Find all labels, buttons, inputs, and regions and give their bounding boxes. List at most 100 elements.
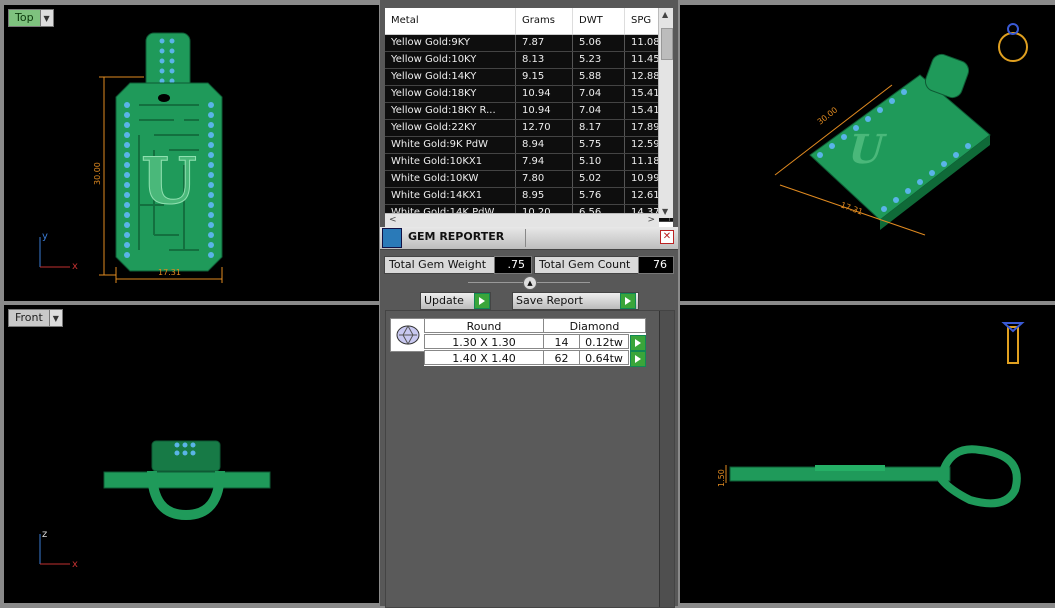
dwt-value: 5.88 [573, 69, 625, 85]
axis-x-label-front: x [72, 559, 78, 570]
viewport-side[interactable]: 1.50 [680, 305, 1055, 603]
metal-col-header[interactable]: Metal [385, 8, 516, 34]
axis-z-label: z [42, 529, 47, 540]
gem-size: 1.30 X 1.30 [424, 334, 544, 349]
axis-y-label: y [42, 231, 48, 242]
gem-material-header: Diamond [543, 318, 646, 333]
gem-list-scrollbar[interactable] [659, 311, 674, 607]
update-play-icon[interactable] [474, 293, 490, 309]
viewport-perspective[interactable]: U 30.00 17.31 [680, 5, 1055, 301]
persp-len-dim: 30.00 [816, 105, 840, 126]
metal-name: Yellow Gold:9KY [385, 35, 516, 51]
front-view-drawing: z x [39, 440, 271, 570]
horizontal-scrollbar[interactable]: < > [385, 213, 659, 228]
gem-reporter-titlebar: GEM REPORTER ✕ [380, 227, 678, 250]
metal-name: White Gold:10KX1 [385, 154, 516, 170]
table-row[interactable]: White Gold:10KX1 7.94 5.10 11.18 [385, 154, 673, 171]
table-row[interactable]: Yellow Gold:22KY 12.70 8.17 17.89 [385, 120, 673, 137]
grams-value: 7.94 [516, 154, 573, 170]
center-panel: Metal Grams DWT SPG Yellow Gold:9KY 7.87 5… [380, 0, 678, 608]
metal-name: Yellow Gold:18KY [385, 86, 516, 102]
gem-count: 14 [543, 334, 580, 349]
vertical-scrollbar[interactable]: ▲ ▼ [658, 8, 673, 218]
viewport-menu-icon[interactable]: ▼ [39, 10, 53, 26]
save-play-icon[interactable] [620, 293, 636, 309]
metal-name: Yellow Gold:10KY [385, 52, 516, 68]
gem-row-play-icon[interactable] [630, 335, 646, 351]
pendant-letter: U [141, 144, 197, 219]
metal-table-header: Metal Grams DWT SPG [385, 8, 673, 35]
metal-table[interactable]: Metal Grams DWT SPG Yellow Gold:9KY 7.87 5… [385, 8, 673, 228]
persp-wid-dim: 17.31 [839, 200, 864, 216]
dwt-value: 7.04 [573, 103, 625, 119]
grams-value: 7.80 [516, 171, 573, 187]
table-row[interactable]: White Gold:14KX1 8.95 5.76 12.61 [385, 188, 673, 205]
viewport-front-tag[interactable]: Front ▼ [8, 309, 63, 327]
table-row[interactable]: Yellow Gold:18KY R... 10.94 7.04 15.41 [385, 103, 673, 120]
gem-row-play-icon[interactable] [630, 351, 646, 367]
grams-value: 8.94 [516, 137, 573, 153]
collapse-handle-icon[interactable]: ▲ [523, 276, 537, 290]
grams-value: 8.13 [516, 52, 573, 68]
metal-name: White Gold:14KX1 [385, 188, 516, 204]
close-icon[interactable]: ✕ [660, 230, 674, 244]
table-row[interactable]: White Gold:10KW 7.80 5.02 10.99 [385, 171, 673, 188]
table-row[interactable]: Yellow Gold:10KY 8.13 5.23 11.45 [385, 52, 673, 69]
gem-reporter-title: GEM REPORTER [408, 230, 505, 243]
dwt-value: 5.10 [573, 154, 625, 170]
update-button-label: Update [424, 294, 464, 307]
table-row[interactable]: White Gold:9K PdW 8.94 5.75 12.59 [385, 137, 673, 154]
gem-weight: 0.64tw [579, 350, 629, 365]
dwt-value: 5.75 [573, 137, 625, 153]
dwt-value: 8.17 [573, 120, 625, 136]
total-gem-count-value: 76 [638, 256, 674, 274]
table-row[interactable]: Yellow Gold:9KY 7.87 5.06 11.08 [385, 35, 673, 52]
pendant-icon [1007, 326, 1019, 364]
metal-name: White Gold:9K PdW [385, 137, 516, 153]
gem-shape-header: Round [424, 318, 544, 333]
dwt-value: 5.23 [573, 52, 625, 68]
viewport-top-tag[interactable]: Top ▼ [8, 9, 54, 27]
top-width-dim: 17.31 [158, 268, 181, 277]
total-gem-count-label: Total Gem Count [534, 256, 642, 274]
side-thickness-dim: 1.50 [717, 469, 726, 487]
scroll-right-icon[interactable]: > [647, 215, 655, 225]
total-gem-weight-value: .75 [494, 256, 532, 274]
viewport-front[interactable]: z x Front ▼ [4, 305, 379, 603]
grams-value: 10.94 [516, 103, 573, 119]
metal-name: Yellow Gold:18KY R... [385, 103, 516, 119]
title-divider [525, 229, 526, 247]
scroll-up-icon[interactable]: ▲ [662, 10, 668, 19]
grams-value: 8.95 [516, 188, 573, 204]
metal-name: Yellow Gold:14KY [385, 69, 516, 85]
viewport-front-label: Front [15, 311, 43, 324]
total-gem-weight-label: Total Gem Weight [384, 256, 496, 274]
gem-reporter-icon [382, 228, 402, 248]
scroll-down-icon[interactable]: ▼ [662, 207, 668, 216]
metal-name: White Gold:10KW [385, 171, 516, 187]
grams-col-header[interactable]: Grams [516, 8, 573, 34]
side-view-drawing: 1.50 [717, 322, 1025, 508]
scroll-left-icon[interactable]: < [389, 215, 397, 225]
grams-value: 12.70 [516, 120, 573, 136]
gem-size: 1.40 X 1.40 [424, 350, 544, 365]
table-row[interactable]: Yellow Gold:14KY 9.15 5.88 12.88 [385, 69, 673, 86]
viewport-menu-icon[interactable]: ▼ [48, 310, 62, 326]
table-row[interactable]: Yellow Gold:18KY 10.94 7.04 15.41 [385, 86, 673, 103]
save-report-button-label: Save Report [516, 294, 583, 307]
dwt-col-header[interactable]: DWT [573, 8, 625, 34]
dwt-value: 5.76 [573, 188, 625, 204]
perspective-view-drawing: U 30.00 17.31 [774, 23, 1028, 236]
dwt-value: 5.02 [573, 171, 625, 187]
grams-value: 9.15 [516, 69, 573, 85]
grams-value: 7.87 [516, 35, 573, 51]
top-view-drawing: U 30.00 17.31 y x [39, 32, 223, 283]
round-gem-icon[interactable] [390, 318, 426, 352]
grams-value: 10.94 [516, 86, 573, 102]
viewport-top-label: Top [9, 10, 40, 26]
gem-table: Round Diamond 1.30 X 1.30 14 0.12tw 1.40… [424, 318, 646, 367]
axis-x-label: x [72, 261, 78, 272]
ring-icon [998, 32, 1028, 62]
scroll-thumb[interactable] [661, 28, 673, 60]
viewport-top[interactable]: U 30.00 17.31 y x Top ▼ [4, 5, 379, 301]
